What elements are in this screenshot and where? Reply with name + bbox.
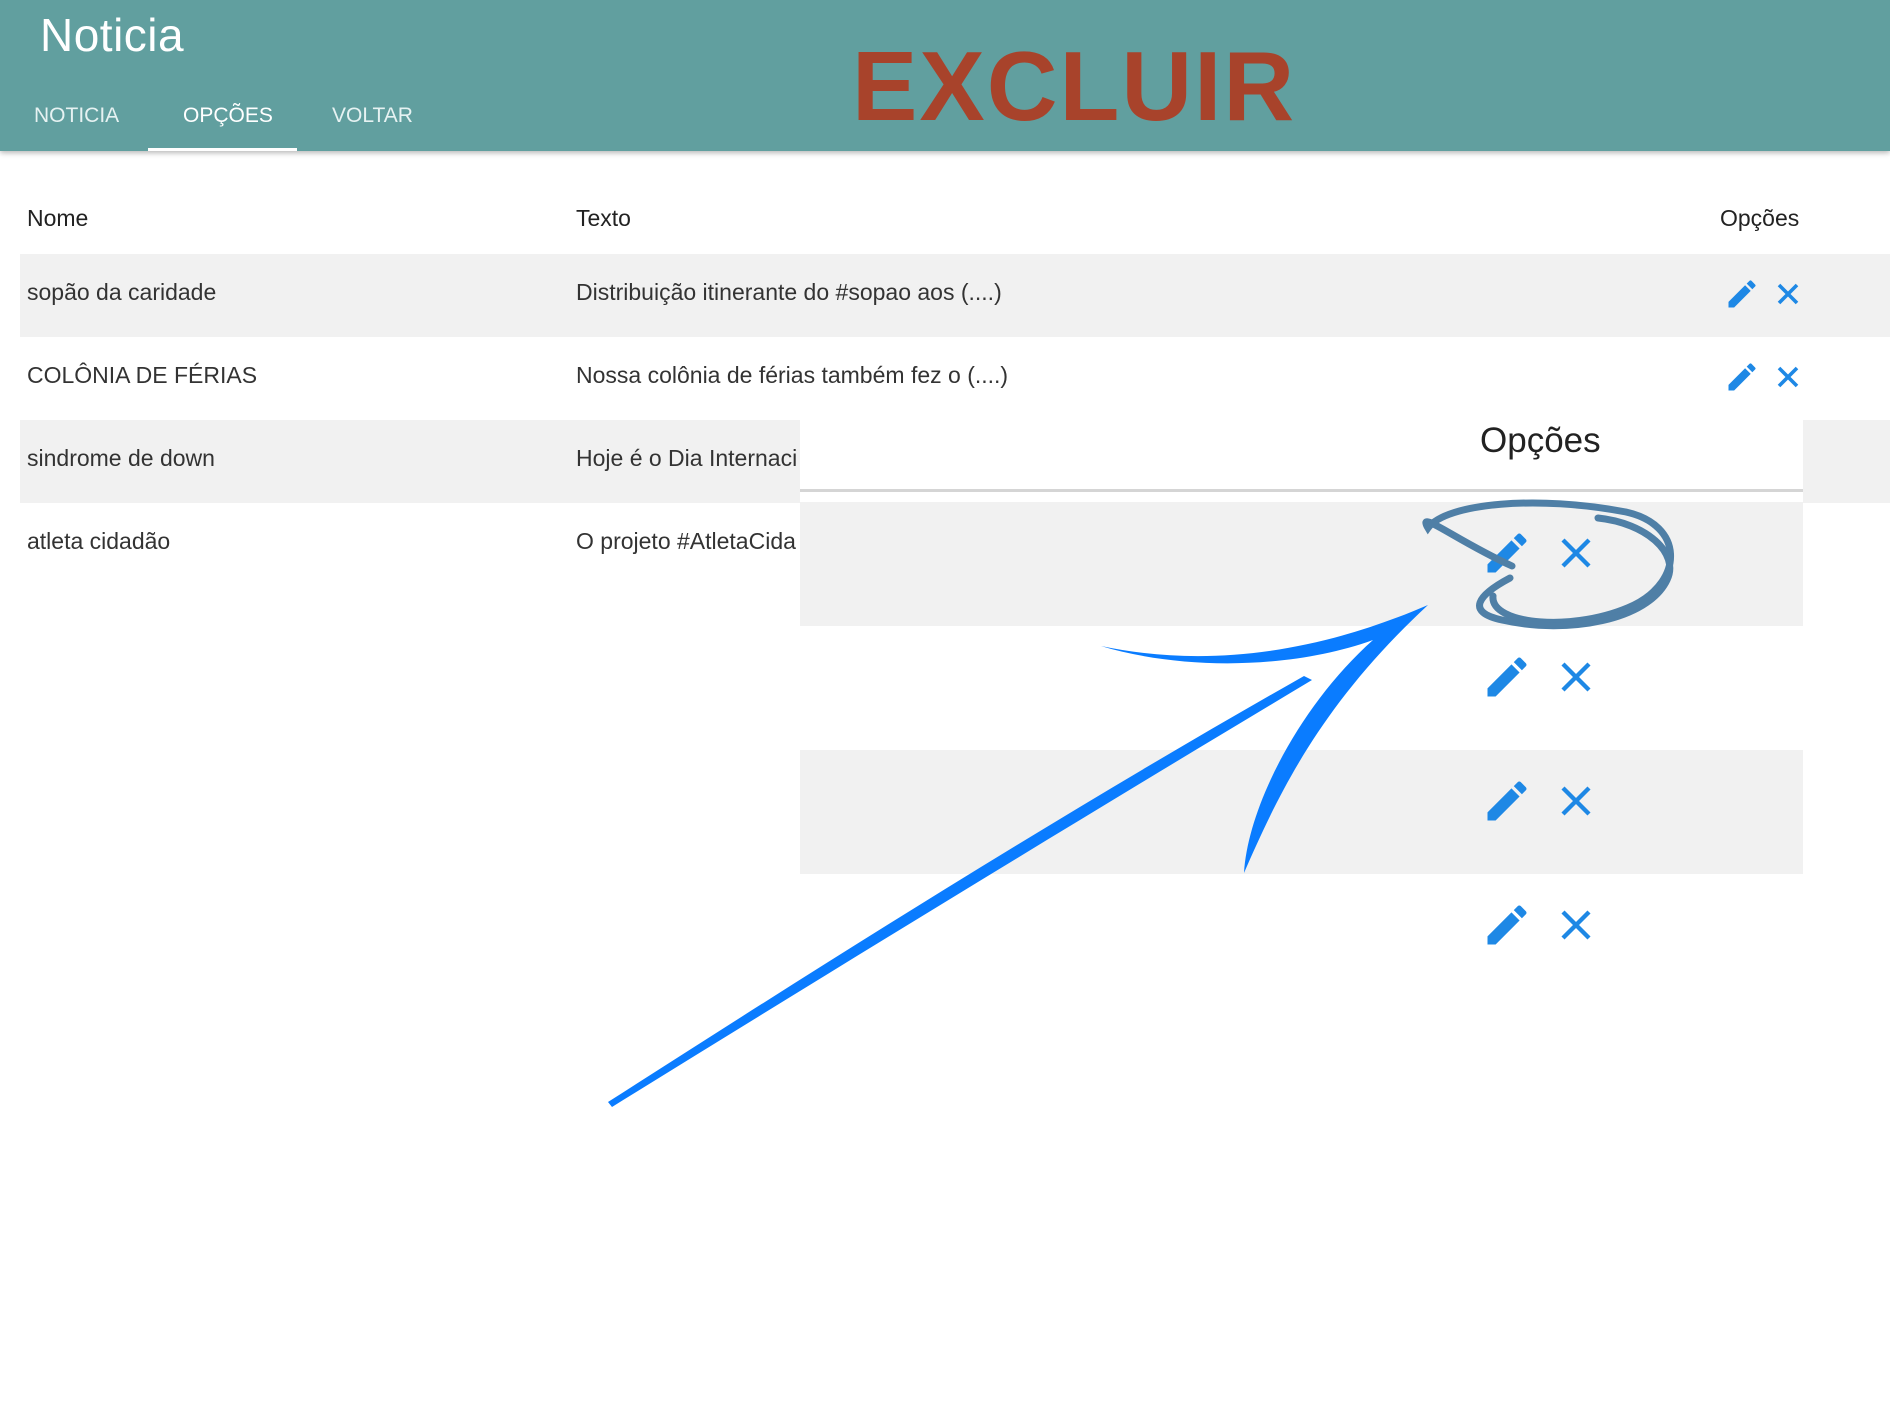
app-bar: Noticia EXCLUIR NOTICIA OPÇÕES VOLTAR (0, 0, 1890, 151)
zoomed-row (800, 874, 1803, 980)
tab-opcoes[interactable]: OPÇÕES (183, 104, 273, 148)
pencil-icon[interactable] (1724, 276, 1760, 312)
zoomed-row-actions (1481, 527, 1621, 587)
annotation-title: EXCLUIR (852, 31, 1297, 141)
pencil-icon[interactable] (1724, 359, 1760, 395)
table-row: COLÔNIA DE FÉRIAS Nossa colônia de féria… (20, 337, 1890, 420)
row-text: Distribuição itinerante do #sopao aos (.… (576, 279, 1002, 305)
close-icon[interactable] (1550, 899, 1602, 951)
row-name: COLÔNIA DE FÉRIAS (27, 362, 258, 388)
row-text: Nossa colônia de férias também fez o (..… (576, 362, 1009, 388)
row-actions (1724, 276, 1814, 316)
close-icon[interactable] (1550, 527, 1602, 579)
close-icon[interactable] (1550, 775, 1602, 827)
zoomed-row (800, 502, 1803, 626)
row-text: O projeto #AtletaCida (576, 528, 796, 554)
row-text: Hoje é o Dia Internaci (576, 445, 798, 471)
zoomed-row-actions (1481, 899, 1621, 959)
row-name: sopão da caridade (27, 279, 217, 305)
column-header-options: Opções (1720, 205, 1800, 231)
pencil-icon[interactable] (1481, 775, 1533, 827)
zoomed-row-actions (1481, 651, 1621, 711)
zoomed-row-actions (1481, 775, 1621, 835)
page-title: Noticia (40, 9, 185, 61)
table-row: sopão da caridade Distribuição itinerant… (20, 254, 1890, 337)
zoomed-options-header: Opções (800, 420, 1803, 492)
table-header: Nome Texto Opções (20, 183, 1890, 256)
tab-voltar[interactable]: VOLTAR (332, 104, 413, 148)
zoomed-options-label: Opções (1480, 421, 1601, 460)
zoomed-options-panel: Opções (800, 420, 1803, 980)
column-header-name: Nome (27, 205, 89, 231)
row-name: sindrome de down (27, 445, 215, 471)
close-icon[interactable] (1770, 276, 1806, 312)
pencil-icon[interactable] (1481, 527, 1533, 579)
column-header-text: Texto (576, 205, 631, 231)
row-actions (1724, 359, 1814, 399)
tab-noticia[interactable]: NOTICIA (34, 104, 119, 148)
close-icon[interactable] (1550, 651, 1602, 703)
active-tab-indicator (148, 148, 297, 151)
row-name: atleta cidadão (27, 528, 171, 554)
zoomed-row (800, 750, 1803, 874)
zoomed-row (800, 626, 1803, 750)
pencil-icon[interactable] (1481, 651, 1533, 703)
close-icon[interactable] (1770, 359, 1806, 395)
pencil-icon[interactable] (1481, 899, 1533, 951)
